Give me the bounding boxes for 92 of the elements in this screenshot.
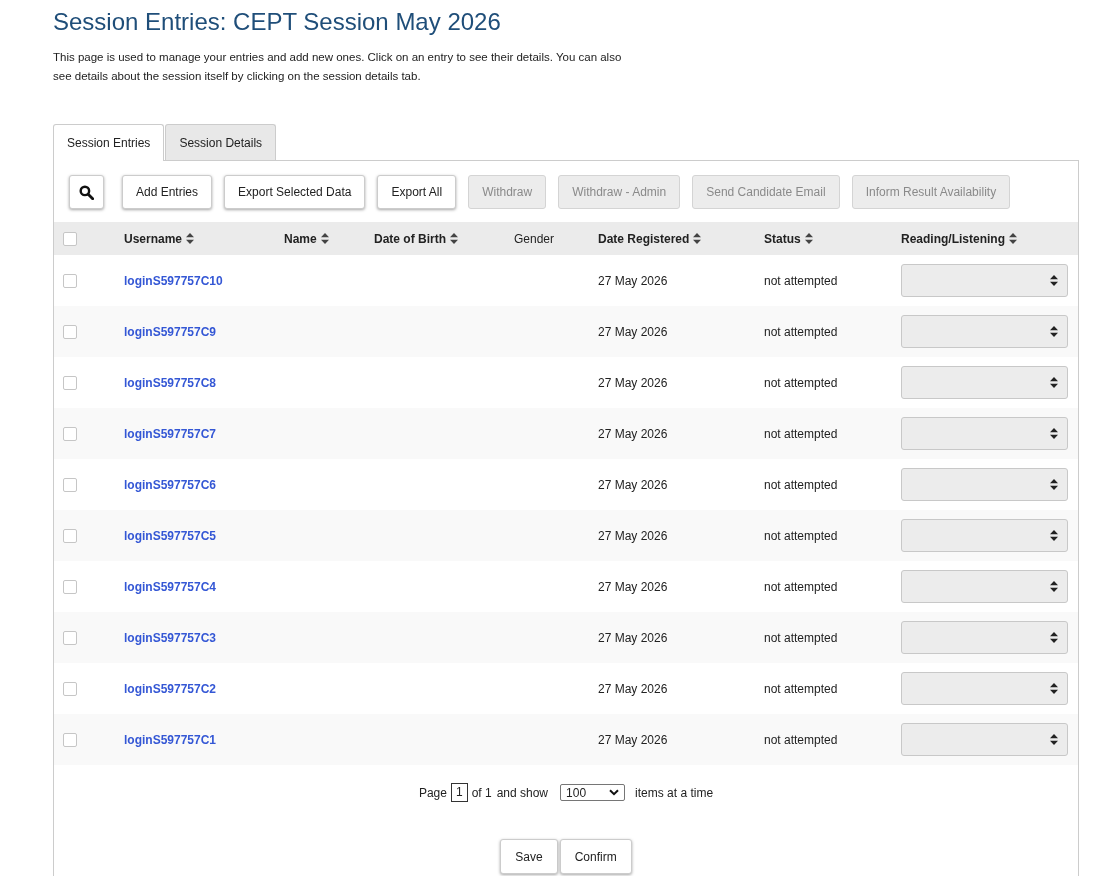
footer-button[interactable]: Confirm [559,839,632,874]
column-header[interactable]: Status [764,231,801,246]
up-down-arrows-icon [1050,530,1058,541]
show-label: and show [496,785,549,800]
username-link[interactable]: loginS597757C8 [124,375,217,390]
toolbar-button[interactable]: Add Entries [122,175,213,209]
page-count-label: of 1 [471,785,492,800]
reading-listening-select[interactable] [901,723,1068,756]
username-link[interactable]: loginS597757C6 [124,477,217,492]
sort-icon[interactable] [804,233,813,244]
status-cell: not attempted [764,477,838,492]
username-link[interactable]: loginS597757C4 [124,579,217,594]
row-checkbox[interactable] [63,426,77,441]
reading-listening-select[interactable] [901,264,1068,297]
page-description: This page is used to manage your entries and add new ones. Click on an entry to see their details. You can also see details about the session itself by clicking on the session details tab. [53,50,623,84]
date-registered-cell: 27 May 2026 [598,477,668,492]
column-header[interactable]: Username [124,231,183,246]
date-registered-cell: 27 May 2026 [598,732,668,747]
up-down-arrows-icon [1050,275,1058,286]
column-header[interactable]: Date Registered [598,231,690,246]
page-size-select[interactable]: 100 [560,784,626,801]
up-down-arrows-icon [1050,683,1058,694]
status-cell: not attempted [764,324,838,339]
reading-listening-select[interactable] [901,519,1068,552]
toolbar-button[interactable]: Export Selected Data [224,175,366,209]
page-title: Session Entries: CEPT Session May 2026 [53,7,502,36]
reading-listening-select[interactable] [901,570,1068,603]
column-header[interactable]: Date of Birth [374,231,446,246]
row-checkbox[interactable] [63,273,77,288]
search-button[interactable] [69,175,104,209]
sort-icon[interactable] [320,233,329,244]
date-registered-cell: 27 May 2026 [598,375,668,390]
status-cell: not attempted [764,579,838,594]
row-checkbox[interactable] [63,630,77,645]
status-cell: not attempted [764,630,838,645]
up-down-arrows-icon [1050,428,1058,439]
row-checkbox[interactable] [63,579,77,594]
reading-listening-select[interactable] [901,672,1068,705]
date-registered-cell: 27 May 2026 [598,579,668,594]
reading-listening-select[interactable] [901,468,1068,501]
column-header: Gender [514,231,555,246]
search-icon [79,184,94,200]
column-header[interactable]: Name [284,231,317,246]
items-label: items at a time [635,785,714,800]
username-link[interactable]: loginS597757C10 [124,273,223,288]
status-cell: not attempted [764,375,838,390]
up-down-arrows-icon [1050,479,1058,490]
sort-icon[interactable] [1009,233,1017,244]
reading-listening-select[interactable] [901,366,1068,399]
status-cell: not attempted [764,426,838,441]
sort-icon[interactable] [186,233,195,244]
row-checkbox[interactable] [63,528,77,543]
date-registered-cell: 27 May 2026 [598,426,668,441]
username-link[interactable]: loginS597757C7 [124,426,217,441]
username-link[interactable]: loginS597757C5 [124,528,217,543]
row-checkbox[interactable] [63,477,77,492]
footer-button[interactable]: Save [500,839,558,874]
sort-icon[interactable] [693,233,702,244]
reading-listening-select[interactable] [901,315,1068,348]
toolbar-button[interactable]: Export All [377,175,457,209]
row-checkbox[interactable] [63,681,77,696]
column-header[interactable]: Reading/Listening [901,231,1005,246]
status-cell: not attempted [764,528,838,543]
status-cell: not attempted [764,732,838,747]
row-checkbox[interactable] [63,324,77,339]
username-link[interactable]: loginS597757C3 [124,630,217,645]
page-label: Page [418,785,447,800]
select-all-checkbox[interactable] [63,231,77,246]
date-registered-cell: 27 May 2026 [598,630,668,645]
date-registered-cell: 27 May 2026 [598,528,668,543]
date-registered-cell: 27 May 2026 [598,324,668,339]
reading-listening-select[interactable] [901,621,1068,654]
row-checkbox[interactable] [63,375,77,390]
username-link[interactable]: loginS597757C1 [124,732,217,747]
up-down-arrows-icon [1050,632,1058,643]
up-down-arrows-icon [1050,377,1058,388]
username-link[interactable]: loginS597757C2 [124,681,217,696]
row-checkbox[interactable] [63,732,77,747]
sort-icon[interactable] [450,233,458,244]
reading-listening-select[interactable] [901,417,1068,450]
up-down-arrows-icon [1050,734,1058,745]
username-link[interactable]: loginS597757C9 [124,324,217,339]
page-number-field[interactable]: 1 [450,783,468,802]
status-cell: not attempted [764,273,838,288]
up-down-arrows-icon [1050,581,1058,592]
tab[interactable]: Session Entries [53,124,165,161]
up-down-arrows-icon [1050,326,1058,337]
date-registered-cell: 27 May 2026 [598,273,668,288]
chevron-icon [609,789,620,796]
tab[interactable]: Session Details [165,124,277,160]
date-registered-cell: 27 May 2026 [598,681,668,696]
status-cell: not attempted [764,681,838,696]
